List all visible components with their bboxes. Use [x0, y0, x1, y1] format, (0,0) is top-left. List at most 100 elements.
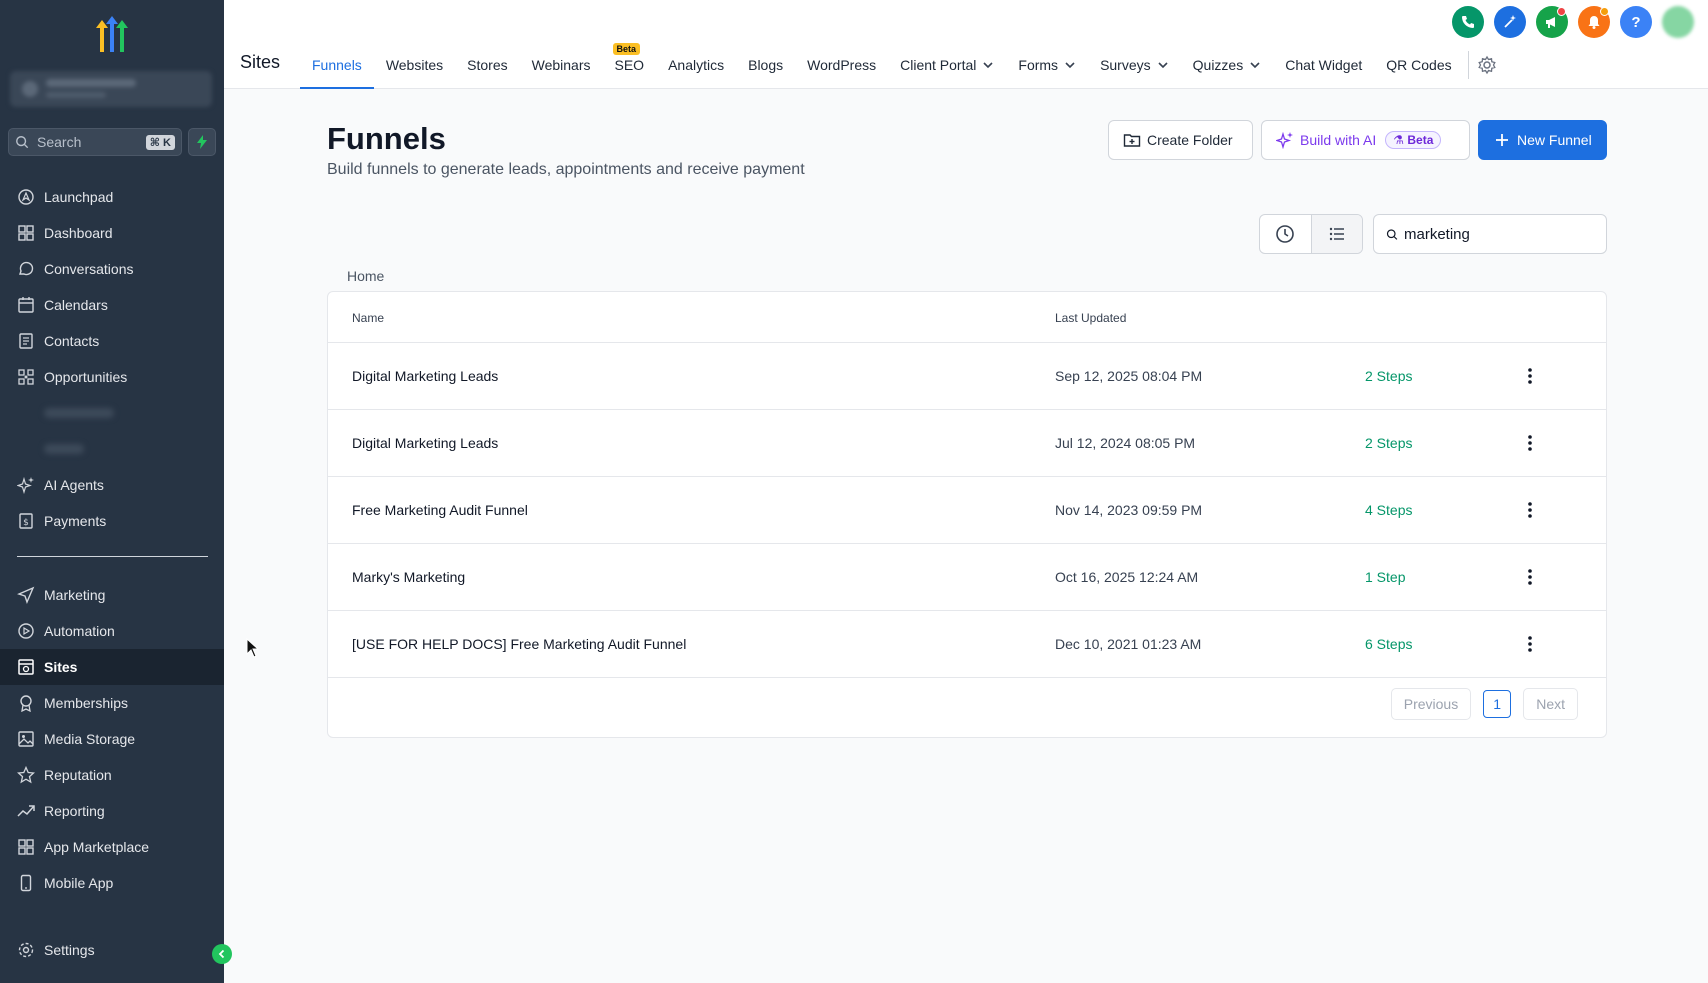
page-subtitle: Build funnels to generate leads, appoint… [327, 161, 805, 178]
sidebar-item-conversations[interactable]: Conversations [0, 251, 224, 287]
lightning-icon [197, 135, 207, 149]
row-menu-button[interactable] [1520, 499, 1540, 521]
ai-assistant-button[interactable] [1494, 6, 1526, 38]
page-number-button[interactable]: 1 [1483, 690, 1512, 718]
row-menu-button[interactable] [1520, 566, 1540, 588]
sidebar-item-calendars[interactable]: Calendars [0, 287, 224, 323]
tab-client-portal[interactable]: Client Portal [888, 40, 1006, 89]
app-logo-icon[interactable] [90, 16, 134, 54]
tab-blogs[interactable]: Blogs [736, 40, 795, 89]
avatar[interactable] [1662, 6, 1694, 38]
row-menu-button[interactable] [1520, 633, 1540, 655]
funnel-name[interactable]: Free Marketing Audit Funnel [352, 502, 528, 518]
gear-icon [18, 942, 34, 958]
quick-actions-button[interactable] [188, 128, 216, 156]
payments-icon: $ [19, 513, 33, 529]
build-with-ai-button[interactable]: Build with AI ⚗ Beta [1261, 120, 1470, 160]
table-row[interactable]: Marky's Marketing Oct 16, 2025 12:24 AM … [328, 544, 1606, 611]
sidebar-item-contacts[interactable]: Contacts [0, 323, 224, 359]
sidebar-search[interactable]: Search ⌘ K [8, 128, 182, 156]
sidebar-item-launchpad[interactable]: Launchpad [0, 179, 224, 215]
tab-websites[interactable]: Websites [374, 40, 455, 89]
sidebar-item-payments[interactable]: $ Payments [0, 503, 224, 539]
sidebar-item-media-storage[interactable]: Media Storage [0, 721, 224, 757]
sidebar-item-opportunities[interactable]: Opportunities [0, 359, 224, 395]
funnel-last-updated: Jul 12, 2024 08:05 PM [1055, 435, 1196, 451]
account-switcher[interactable] [10, 71, 212, 107]
create-folder-label: Create Folder [1147, 132, 1233, 148]
funnel-search[interactable] [1373, 214, 1607, 254]
funnel-last-updated: Oct 16, 2025 12:24 AM [1055, 569, 1199, 585]
tab-analytics[interactable]: Analytics [656, 40, 736, 89]
new-funnel-button[interactable]: New Funnel [1478, 120, 1607, 160]
table-row[interactable]: Digital Marketing Leads Sep 12, 2025 08:… [328, 343, 1606, 410]
phone-button[interactable] [1452, 6, 1484, 38]
notifications-button[interactable] [1578, 6, 1610, 38]
table-row[interactable]: Free Marketing Audit Funnel Nov 14, 2023… [328, 477, 1606, 544]
sidebar-item-memberships[interactable]: Memberships [0, 685, 224, 721]
gear-icon[interactable] [1477, 55, 1497, 75]
sidebar-item-reputation[interactable]: Reputation [0, 757, 224, 793]
tab-qr-codes[interactable]: QR Codes [1374, 40, 1463, 89]
announcements-button[interactable] [1536, 6, 1568, 38]
star-icon [17, 766, 35, 784]
tab-chat-widget[interactable]: Chat Widget [1273, 40, 1374, 89]
rocket-icon [18, 189, 34, 205]
chevron-down-icon [1158, 61, 1168, 68]
column-header-name[interactable]: Name [352, 311, 384, 325]
sidebar-item-marketing[interactable]: Marketing [0, 577, 224, 613]
notification-dot [1557, 7, 1566, 16]
sidebar-item-hidden[interactable] [0, 431, 224, 467]
row-menu-button[interactable] [1520, 365, 1540, 387]
funnel-steps[interactable]: 1 Step [1365, 569, 1405, 585]
tab-label: Websites [385, 56, 444, 73]
funnel-last-updated: Dec 10, 2021 01:23 AM [1055, 636, 1202, 652]
funnel-name[interactable]: Marky's Marketing [352, 569, 465, 585]
table-row[interactable]: [USE FOR HELP DOCS] Free Marketing Audit… [328, 611, 1606, 678]
sidebar-item-label: Opportunities [44, 369, 128, 385]
plus-icon [1496, 134, 1508, 146]
tab-quizzes[interactable]: Quizzes [1181, 40, 1274, 89]
build-with-ai-label: Build with AI [1300, 132, 1377, 148]
sidebar-item-mobile-app[interactable]: Mobile App [0, 865, 224, 901]
funnel-steps[interactable]: 6 Steps [1365, 636, 1412, 652]
sidebar-item-reporting[interactable]: Reporting [0, 793, 224, 829]
tab-webinars[interactable]: Webinars [520, 40, 603, 89]
tab-wordpress[interactable]: WordPress [795, 40, 888, 89]
tab-funnels[interactable]: Funnels [300, 40, 374, 89]
tab-forms[interactable]: Forms [1006, 40, 1088, 89]
list-view-button[interactable] [1310, 215, 1362, 253]
help-button[interactable]: ? [1620, 6, 1652, 38]
sidebar-nav-bottom: Settings [0, 932, 224, 968]
tab-seo[interactable]: Beta SEO [603, 40, 657, 89]
sidebar-item-automation[interactable]: Automation [0, 613, 224, 649]
sidebar-item-sites[interactable]: Sites [0, 649, 224, 685]
sidebar-item-hidden[interactable] [0, 395, 224, 431]
tab-surveys[interactable]: Surveys [1088, 40, 1181, 89]
table-row[interactable]: Digital Marketing Leads Jul 12, 2024 08:… [328, 410, 1606, 477]
recent-view-button[interactable] [1260, 215, 1311, 253]
tab-stores[interactable]: Stores [455, 40, 519, 89]
funnel-steps[interactable]: 2 Steps [1365, 368, 1412, 384]
funnel-search-input[interactable] [1404, 225, 1594, 243]
sidebar-item-dashboard[interactable]: Dashboard [0, 215, 224, 251]
collapse-sidebar-button[interactable] [212, 944, 232, 964]
funnel-name[interactable]: Digital Marketing Leads [352, 435, 498, 451]
funnel-name[interactable]: [USE FOR HELP DOCS] Free Marketing Audit… [352, 636, 686, 652]
row-menu-button[interactable] [1520, 432, 1540, 454]
funnel-name[interactable]: Digital Marketing Leads [352, 368, 498, 384]
funnel-steps[interactable]: 4 Steps [1365, 502, 1412, 518]
tab-label: WordPress [807, 56, 877, 73]
funnel-last-updated: Sep 12, 2025 08:04 PM [1055, 368, 1203, 384]
sidebar-item-settings[interactable]: Settings [0, 932, 224, 968]
create-folder-button[interactable]: Create Folder [1108, 120, 1253, 160]
sidebar-item-ai-agents[interactable]: AI Agents [0, 467, 224, 503]
sidebar-divider [17, 556, 208, 557]
breadcrumb[interactable]: Home [347, 268, 384, 284]
next-page-button[interactable]: Next [1523, 688, 1578, 720]
funnel-steps[interactable]: 2 Steps [1365, 435, 1412, 451]
previous-page-button[interactable]: Previous [1390, 688, 1472, 720]
sidebar-item-app-marketplace[interactable]: App Marketplace [0, 829, 224, 865]
beta-badge-label: Beta [1407, 133, 1434, 147]
column-header-last-updated[interactable]: Last Updated [1055, 311, 1126, 325]
